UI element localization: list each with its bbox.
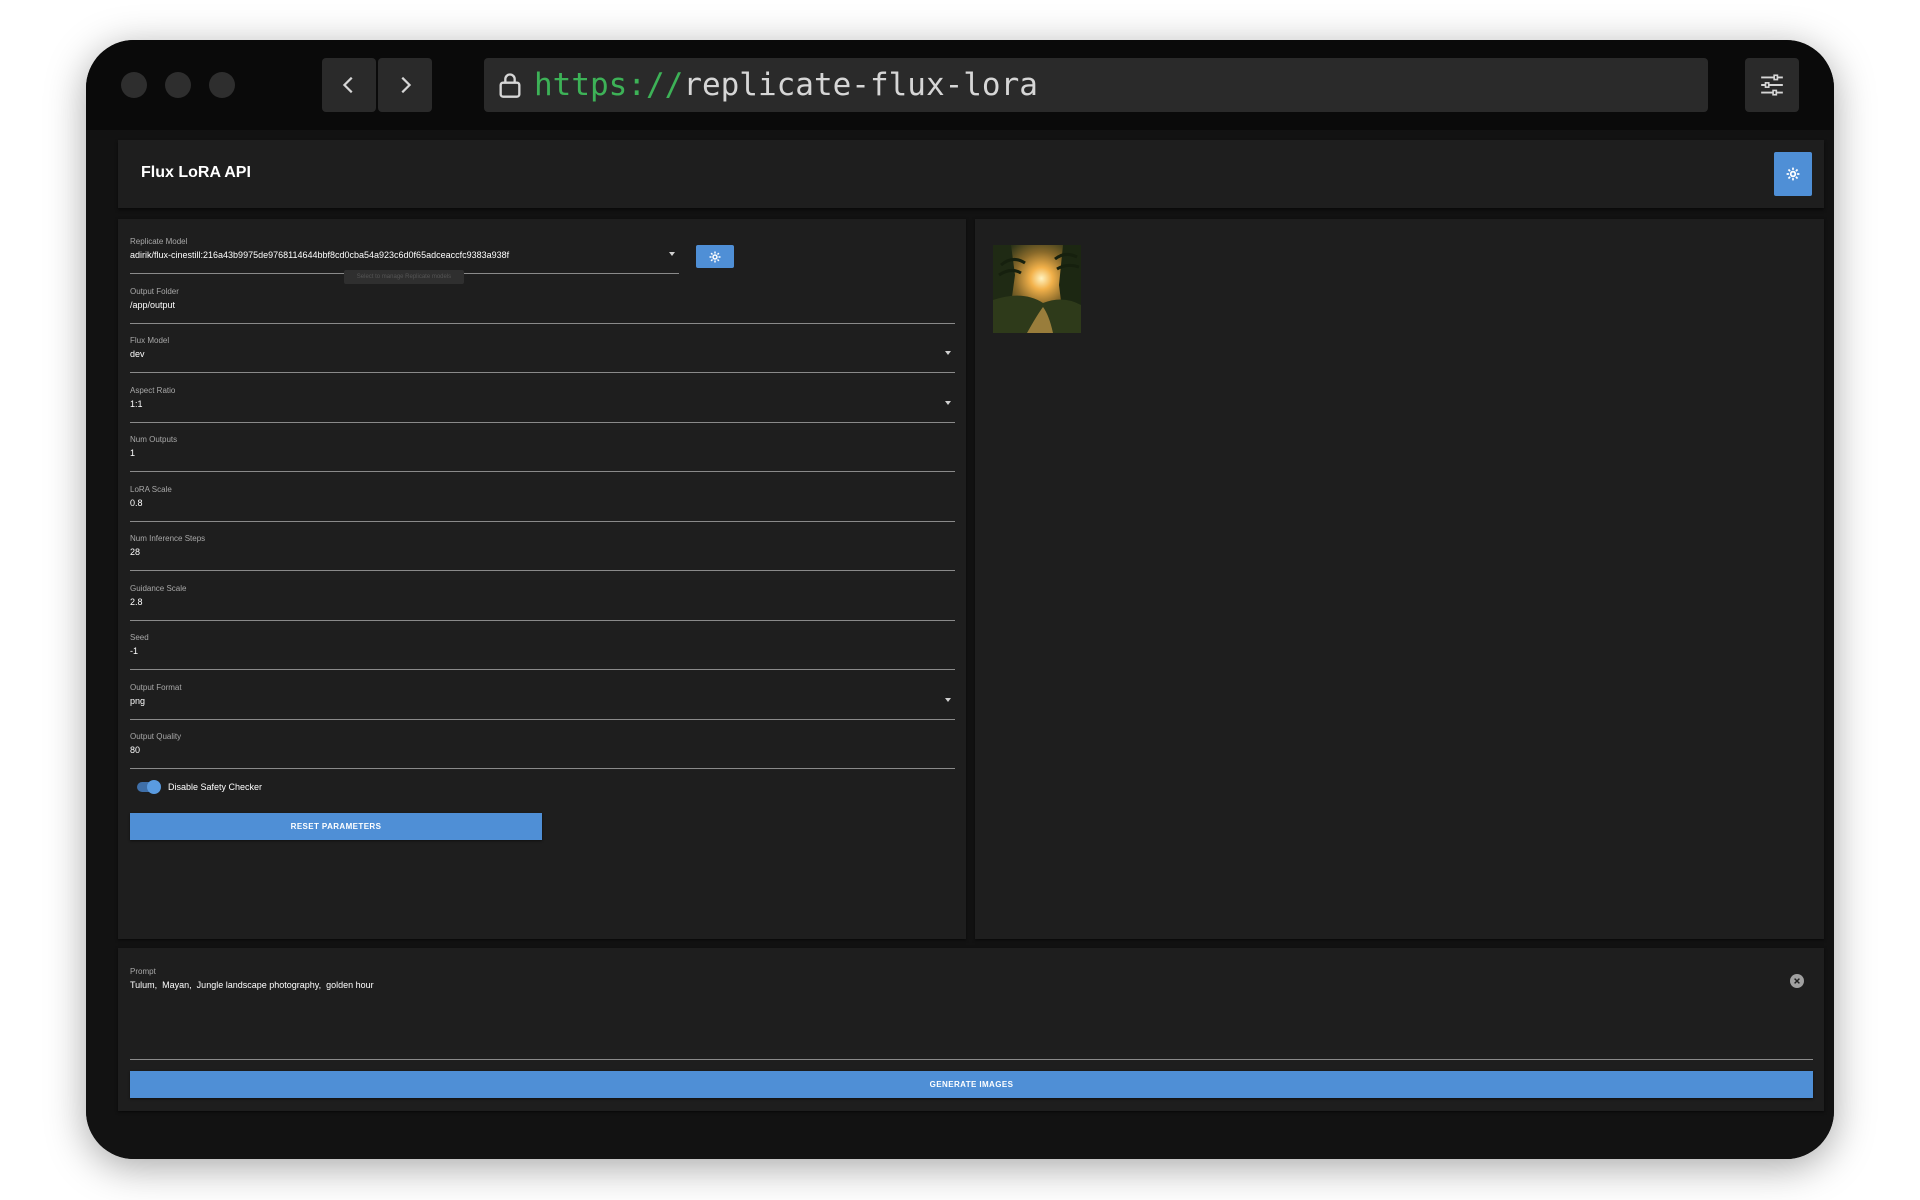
disable-safety-checker-toggle[interactable] xyxy=(137,780,161,794)
chevron-down-icon xyxy=(945,351,951,355)
num-outputs-value: 1 xyxy=(130,448,136,458)
output-quality-field[interactable]: Output Quality 80 xyxy=(130,725,955,769)
app-area: Flux LoRA API Replicate Model adirik/flu… xyxy=(86,130,1834,1159)
gear-icon xyxy=(1786,167,1800,181)
prompt-label: Prompt xyxy=(130,967,156,976)
url-host: replicate-flux-lora xyxy=(683,67,1038,103)
app-title: Flux LoRA API xyxy=(141,164,251,181)
browser-menu-button[interactable] xyxy=(1745,58,1799,112)
chevron-left-icon xyxy=(342,76,353,94)
gallery-panel xyxy=(975,219,1824,939)
gear-icon xyxy=(709,251,721,262)
jungle-image xyxy=(993,245,1081,333)
num-outputs-label: Num Outputs xyxy=(130,435,178,444)
output-folder-field[interactable]: Output Folder /app/output xyxy=(130,280,955,324)
prompt-underline xyxy=(130,1059,1813,1060)
guidance-scale-value: 2.8 xyxy=(130,597,143,607)
address-bar[interactable]: https:// replicate-flux-lora xyxy=(484,58,1708,112)
seed-label: Seed xyxy=(130,633,149,642)
guidance-scale-field[interactable]: Guidance Scale 2.8 xyxy=(130,577,955,621)
settings-button[interactable] xyxy=(1774,152,1812,196)
num-inference-steps-field[interactable]: Num Inference Steps 28 xyxy=(130,527,955,571)
toggle-knob xyxy=(147,780,161,794)
guidance-scale-label: Guidance Scale xyxy=(130,584,187,593)
browser-toolbar: https:// replicate-flux-lora xyxy=(86,40,1834,130)
forward-button[interactable] xyxy=(378,58,432,112)
back-button[interactable] xyxy=(322,58,376,112)
output-folder-label: Output Folder xyxy=(130,287,179,296)
flux-model-select[interactable]: Flux Model dev xyxy=(130,329,955,373)
lock-icon xyxy=(499,73,521,98)
window-controls xyxy=(121,72,235,98)
aspect-ratio-label: Aspect Ratio xyxy=(130,386,176,395)
parameters-panel: Replicate Model adirik/flux-cinestill:21… xyxy=(118,219,966,939)
generate-images-button[interactable]: GENERATE IMAGES xyxy=(130,1071,1813,1098)
seed-field[interactable]: Seed -1 xyxy=(130,626,955,670)
replicate-model-select[interactable]: Replicate Model adirik/flux-cinestill:21… xyxy=(130,230,679,274)
output-format-select[interactable]: Output Format png xyxy=(130,676,955,720)
num-outputs-field[interactable]: Num Outputs 1 xyxy=(130,428,955,472)
prompt-panel: Prompt Tulum, Mayan, Jungle landscape ph… xyxy=(118,948,1824,1111)
clear-prompt-button[interactable] xyxy=(1790,974,1804,988)
replicate-model-value: adirik/flux-cinestill:216a43b9975de97681… xyxy=(130,250,510,260)
disable-safety-checker-label: Disable Safety Checker xyxy=(168,782,263,792)
aspect-ratio-select[interactable]: Aspect Ratio 1:1 xyxy=(130,379,955,423)
seed-value: -1 xyxy=(130,646,139,656)
output-folder-value: /app/output xyxy=(130,300,176,310)
num-inference-steps-label: Num Inference Steps xyxy=(130,534,206,543)
prompt-textarea[interactable]: Tulum, Mayan, Jungle landscape photograp… xyxy=(130,980,374,990)
reset-parameters-button[interactable]: RESET PARAMETERS xyxy=(130,813,542,840)
minimize-window-dot[interactable] xyxy=(165,72,191,98)
browser-window: https:// replicate-flux-lora Flux LoRA A… xyxy=(86,40,1834,1159)
output-format-value: png xyxy=(130,696,146,706)
flux-model-label: Flux Model xyxy=(130,336,170,345)
manage-models-button[interactable] xyxy=(696,245,734,268)
chevron-down-icon xyxy=(945,401,951,405)
lora-scale-field[interactable]: LoRA Scale 0.8 xyxy=(130,478,955,522)
chevron-right-icon xyxy=(401,76,412,94)
num-inference-steps-value: 28 xyxy=(130,547,141,557)
close-window-dot[interactable] xyxy=(121,72,147,98)
maximize-window-dot[interactable] xyxy=(209,72,235,98)
url-scheme: https:// xyxy=(534,67,684,103)
output-format-label: Output Format xyxy=(130,683,182,692)
lora-scale-label: LoRA Scale xyxy=(130,485,172,494)
lora-scale-value: 0.8 xyxy=(130,498,143,508)
generated-image-thumbnail[interactable] xyxy=(993,245,1081,333)
replicate-model-label: Replicate Model xyxy=(130,237,188,246)
chevron-down-icon xyxy=(669,252,675,256)
flux-model-value: dev xyxy=(130,349,145,359)
aspect-ratio-value: 1:1 xyxy=(130,399,143,409)
chevron-down-icon xyxy=(945,698,951,702)
clear-icon xyxy=(1794,978,1800,984)
output-quality-label: Output Quality xyxy=(130,732,182,741)
output-quality-value: 80 xyxy=(130,745,141,755)
app-header: Flux LoRA API xyxy=(118,140,1824,208)
sliders-icon xyxy=(1761,74,1783,96)
